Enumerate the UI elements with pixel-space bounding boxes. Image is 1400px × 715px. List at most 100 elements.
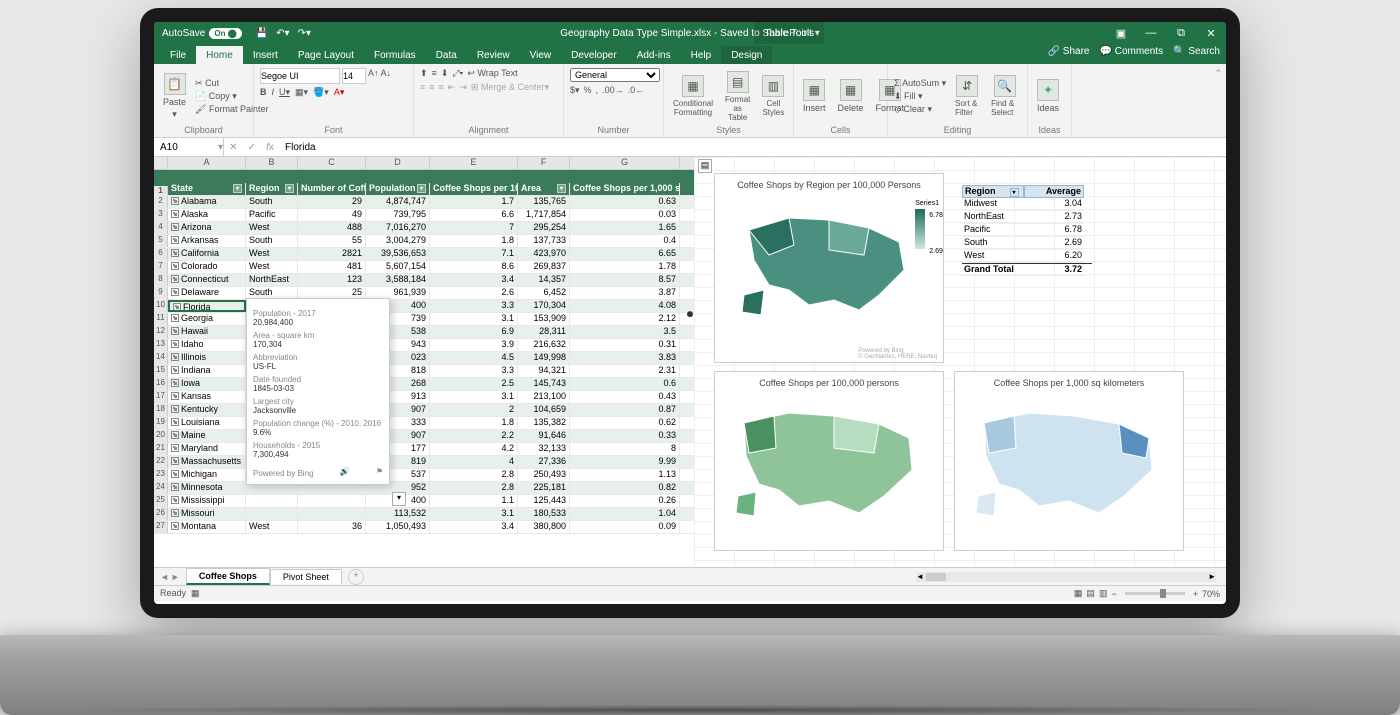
number-format-select[interactable]: General	[570, 68, 660, 82]
tab-formulas[interactable]: Formulas	[364, 46, 426, 64]
tab-home[interactable]: Home	[196, 46, 243, 64]
table-row[interactable]: 5 Arkansas South 55 3,004,279 1.8 137,73…	[154, 235, 694, 248]
table-row[interactable]: 16 Iowa 268 2.5 145,743 0.6	[154, 378, 694, 391]
page-layout-view-icon[interactable]: ▤	[1086, 588, 1095, 599]
ribbon-display-options-icon[interactable]: ▣	[1106, 27, 1136, 40]
col-C[interactable]: C	[298, 157, 366, 169]
decrease-font-icon[interactable]: A↓	[381, 68, 392, 84]
table-row[interactable]: 20 Maine 907 2.2 91,646 0.33	[154, 430, 694, 443]
cell-styles-button[interactable]: ▥Cell Styles	[759, 73, 787, 119]
table-row[interactable]: 24 Minnesota 952 2.8 225,181 0.82	[154, 482, 694, 495]
orientation-icon[interactable]: ⤢▾	[452, 68, 463, 79]
comma-format-icon[interactable]: ,	[596, 85, 599, 96]
tab-developer[interactable]: Developer	[561, 46, 627, 64]
insert-options-button[interactable]: ▾	[392, 492, 406, 506]
align-right-icon[interactable]: ≡	[439, 82, 444, 93]
table-row[interactable]: 9 Delaware South 25 961,939 2.6 6,452 3.…	[154, 287, 694, 300]
col-F[interactable]: F	[518, 157, 570, 169]
table-row[interactable]: 6 California West 2821 39,536,653 7.1 42…	[154, 248, 694, 261]
page-break-view-icon[interactable]: ▥	[1099, 588, 1108, 599]
table-row[interactable]: 10 Florida 400 3.3 170,304 4.08	[154, 300, 694, 313]
align-left-icon[interactable]: ≡	[420, 82, 425, 93]
scroll-left-icon[interactable]: ◄	[916, 572, 924, 581]
close-icon[interactable]: ✕	[1196, 27, 1226, 40]
col-G[interactable]: G	[570, 157, 680, 169]
undo-icon[interactable]: ↶▾	[276, 28, 289, 39]
insert-function-icon[interactable]: fx	[266, 142, 274, 153]
col-A[interactable]: A	[168, 157, 246, 169]
zoom-in-icon[interactable]: +	[1193, 589, 1198, 599]
map-chart-per100k[interactable]: Coffee Shops per 100,000 persons	[714, 371, 944, 551]
pivot-table[interactable]: Region▾Average Midwest3.04NorthEast2.73P…	[962, 185, 1092, 276]
col-D[interactable]: D	[366, 157, 430, 169]
table-row[interactable]: 17 Kansas 913 3.1 213,100 0.43	[154, 391, 694, 404]
zoom-out-icon[interactable]: −	[1111, 589, 1116, 599]
font-size-select[interactable]	[342, 68, 366, 84]
autosave-toggle[interactable]: On ⬤	[209, 28, 241, 39]
align-center-icon[interactable]: ≡	[429, 82, 434, 93]
table-row[interactable]: 12 Hawaii 538 6.9 28,311 3.5	[154, 326, 694, 339]
horizontal-scrollbar[interactable]: ◄ ►	[916, 572, 1216, 582]
italic-button[interactable]: I	[272, 87, 275, 98]
formula-input[interactable]: Florida	[279, 142, 1226, 153]
table-row[interactable]: 19 Louisiana 333 1.8 135,382 0.62	[154, 417, 694, 430]
percent-format-icon[interactable]: %	[584, 85, 592, 96]
pivot-row[interactable]: NorthEast2.73	[962, 211, 1092, 224]
share-button[interactable]: 🔗 Share	[1048, 46, 1090, 57]
table-row[interactable]: 25 Mississippi 400 1.1 125,443 0.26	[154, 495, 694, 508]
tab-design[interactable]: Design	[721, 46, 772, 64]
enter-formula-icon[interactable]: ✓	[248, 142, 256, 153]
minimize-icon[interactable]: —	[1136, 27, 1166, 40]
table-row[interactable]: 11 Georgia 739 3.1 153,909 2.12	[154, 313, 694, 326]
cancel-formula-icon[interactable]: ✕	[229, 142, 237, 153]
card-audio-icon[interactable]: 🔊	[340, 467, 350, 476]
macro-record-icon[interactable]: ▦	[191, 588, 200, 598]
save-icon[interactable]: 💾	[256, 28, 268, 39]
clear-button[interactable]: ◇ Clear ▾	[894, 104, 946, 115]
table-row[interactable]: 8 Connecticut NorthEast 123 3,588,184 3.…	[154, 274, 694, 287]
select-all-corner[interactable]	[154, 157, 168, 169]
redo-icon[interactable]: ↷▾	[298, 28, 311, 39]
align-top-icon[interactable]: ⬆	[420, 68, 428, 79]
tab-addins[interactable]: Add-ins	[627, 46, 681, 64]
tab-help[interactable]: Help	[681, 46, 722, 64]
sort-filter-button[interactable]: ⇵Sort & Filter	[952, 73, 982, 119]
zoom-slider[interactable]	[1125, 592, 1185, 595]
table-row[interactable]: 26 Missouri 113,532 3.1 180,533 1.04	[154, 508, 694, 521]
sheet-nav-next[interactable]: ►	[171, 572, 180, 582]
normal-view-icon[interactable]: ▦	[1074, 588, 1083, 599]
table-row[interactable]: 3 Alaska Pacific 49 739,795 6.6 1,717,85…	[154, 209, 694, 222]
border-button[interactable]: ▦▾	[295, 87, 308, 98]
table-row[interactable]: 21 Maryland 177 4.2 32,133 8	[154, 443, 694, 456]
align-bottom-icon[interactable]: ⬇	[441, 68, 449, 79]
tab-file[interactable]: File	[160, 46, 196, 64]
fill-color-button[interactable]: 🪣▾	[313, 87, 329, 98]
col-E[interactable]: E	[430, 157, 518, 169]
table-row[interactable]: 23 Michigan 537 2.8 250,493 1.13	[154, 469, 694, 482]
scroll-right-icon[interactable]: ►	[1208, 572, 1216, 581]
decrease-indent-icon[interactable]: ⇤	[448, 82, 456, 93]
table-row[interactable]: 22 Massachusetts 819 4 27,336 9.99	[154, 456, 694, 469]
table-row[interactable]: 2 Alabama South 29 4,874,747 1.7 135,765…	[154, 196, 694, 209]
pivot-filter[interactable]: ▾	[1010, 188, 1019, 197]
table-row[interactable]: 15 Indiana 818 3.3 94,321 2.31	[154, 365, 694, 378]
paste-button[interactable]: 📋Paste▾	[160, 71, 189, 122]
decrease-decimal-icon[interactable]: .0←	[628, 85, 645, 96]
bold-button[interactable]: B	[260, 87, 267, 98]
add-sheet-button[interactable]: +	[348, 569, 364, 585]
pivot-row[interactable]: Midwest3.04	[962, 198, 1092, 211]
map-chart-region[interactable]: Coffee Shops by Region per 100,000 Perso…	[714, 173, 944, 363]
table-row[interactable]: 14 Illinois 023 4.5 149,998 3.83	[154, 352, 694, 365]
insert-cells-button[interactable]: ▦Insert	[800, 77, 829, 115]
card-flag-icon[interactable]: ⚑	[376, 467, 383, 476]
sheet-nav-prev[interactable]: ◄	[160, 572, 169, 582]
pivot-row[interactable]: South2.69	[962, 237, 1092, 250]
table-row[interactable]: 13 Idaho 943 3.9 216,632 0.31	[154, 339, 694, 352]
conditional-formatting-button[interactable]: ▦Conditional Formatting	[670, 73, 716, 119]
insert-data-field-icon[interactable]: ▤	[698, 159, 712, 173]
merge-center-button[interactable]: ⊞ Merge & Center▾	[471, 82, 549, 93]
find-select-button[interactable]: 🔍Find & Select	[988, 73, 1021, 119]
table-row[interactable]: 7 Colorado West 481 5,607,154 8.6 269,83…	[154, 261, 694, 274]
pivot-row[interactable]: West6.20	[962, 250, 1092, 263]
table-row[interactable]: 4 Arizona West 488 7,016,270 7 295,254 1…	[154, 222, 694, 235]
